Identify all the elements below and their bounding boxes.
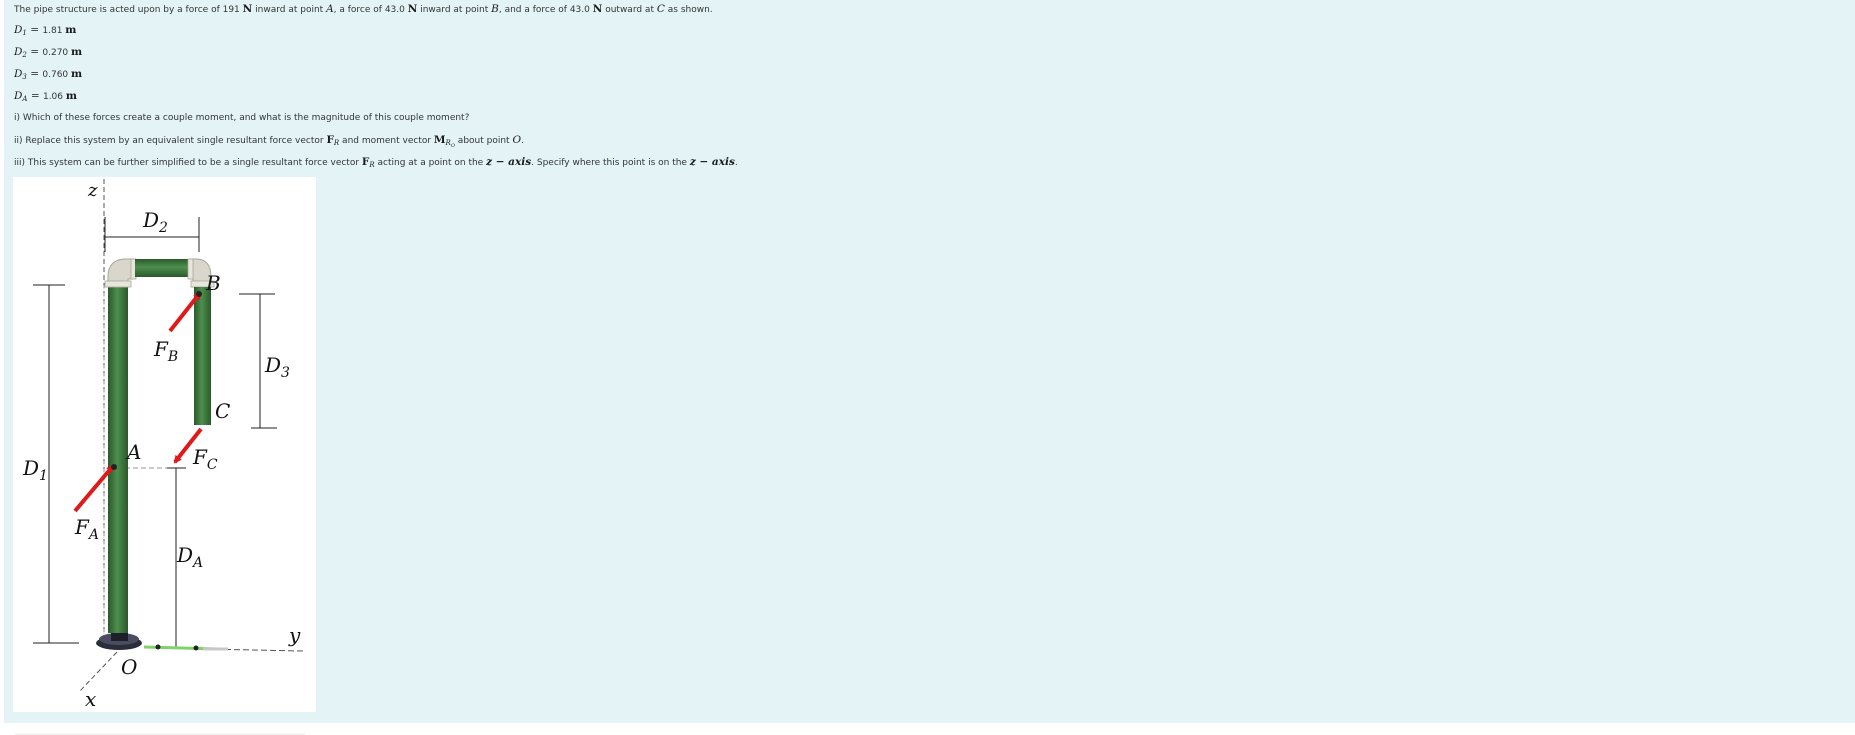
d2-label: D2 — [142, 208, 168, 236]
z-axis-term: z − axis — [486, 156, 532, 168]
left-vertical-pipe — [108, 284, 128, 633]
y-axis-label: y — [288, 623, 301, 647]
y-axis-marker — [193, 645, 199, 651]
elbow-ring — [104, 280, 132, 288]
question-1: i) Which of these forces create a couple… — [14, 113, 470, 123]
dimension-unit: m — [71, 46, 83, 58]
dimension-da: DA = 1.06 m — [14, 90, 77, 105]
intro-text: , a force of — [333, 5, 385, 15]
y-axis-marker — [155, 644, 161, 650]
unit-newton: N — [407, 3, 418, 15]
point-b-symbol: B — [491, 3, 499, 15]
pipe-structure-figure: z D2 D1 D3 DA y x O B C A FB FC FA — [13, 177, 316, 712]
question-2: ii) Replace this system by an equivalent… — [14, 134, 524, 152]
question-text: ii) Replace this system by an equivalent… — [14, 136, 327, 146]
point-a-marker — [111, 464, 117, 470]
intro-text: outward at — [602, 5, 657, 15]
dimension-d3: D3 = 0.760 m — [14, 68, 82, 83]
equals-sign: = — [27, 90, 43, 102]
question-text: . Specify where this point is on the — [531, 158, 690, 168]
point-b-marker — [196, 291, 202, 297]
elbow-ring — [187, 258, 194, 280]
force-b-label: FB — [153, 337, 178, 365]
x-axis-line — [78, 651, 118, 693]
intro-text: The pipe structure is acted upon by a fo… — [14, 5, 223, 15]
z-axis-label: z — [87, 180, 98, 201]
question-text: iii) This system can be further simplifi… — [14, 158, 362, 168]
equals-sign: = — [26, 46, 43, 58]
x-axis-label: x — [85, 687, 96, 711]
point-b-label: B — [205, 271, 221, 295]
dimension-unit: m — [65, 90, 78, 102]
dimension-d2: D2 = 0.270 m — [14, 46, 82, 61]
equals-sign: = — [26, 24, 43, 36]
force-a-arrow — [73, 464, 115, 513]
problem-intro: The pipe structure is acted upon by a fo… — [14, 3, 713, 16]
dimension-value: 0.270 — [42, 48, 69, 58]
question-3: iii) This system can be further simplifi… — [14, 156, 738, 171]
dimension-value: 1.81 — [42, 26, 63, 36]
intro-text: as shown. — [664, 5, 713, 15]
force-a-value: 191 — [222, 5, 240, 15]
equals-sign: = — [26, 68, 43, 80]
question-text: . — [734, 158, 738, 168]
moment-vector-symbol: M — [433, 134, 446, 146]
dimension-value: 0.760 — [42, 70, 69, 80]
question-text: acting at a point on the — [374, 158, 487, 168]
da-label: DA — [176, 543, 203, 571]
force-c-label: FC — [192, 445, 218, 473]
question-text: and moment vector — [339, 136, 434, 146]
dimension-unit: m — [71, 68, 83, 80]
force-c-value: 43.0 — [569, 5, 590, 15]
dimension-unit: m — [65, 24, 77, 36]
force-vector-symbol: F — [326, 134, 334, 146]
top-horizontal-pipe — [135, 259, 191, 277]
point-a-symbol: A — [326, 3, 334, 15]
point-o-symbol: O — [512, 134, 522, 146]
problem-panel: The pipe structure is acted upon by a fo… — [4, 0, 1855, 723]
intro-text: inward at point — [252, 5, 327, 15]
d3-label: D3 — [264, 353, 290, 381]
pipe-structure-diagram: z D2 D1 D3 DA y x O B C A FB FC FA — [22, 179, 304, 711]
force-a-label: FA — [74, 515, 99, 543]
right-vertical-pipe — [194, 287, 211, 425]
d1-label: D1 — [22, 456, 48, 484]
dimension-d1: D1 = 1.81 m — [14, 24, 76, 39]
force-b-value: 43.0 — [384, 5, 405, 15]
question-text: about point — [454, 136, 513, 146]
point-a-label: A — [125, 440, 141, 464]
unit-newton: N — [592, 3, 603, 15]
z-axis-term: z − axis — [689, 156, 735, 168]
dimension-value: 1.06 — [42, 92, 64, 102]
question-text: . — [521, 136, 524, 146]
unit-newton: N — [242, 3, 253, 15]
intro-text: inward at point — [417, 5, 492, 15]
point-o-label: O — [121, 655, 137, 679]
point-c-label: C — [215, 399, 230, 423]
point-c-symbol: C — [656, 3, 665, 15]
intro-text: , and a force of — [498, 5, 570, 15]
